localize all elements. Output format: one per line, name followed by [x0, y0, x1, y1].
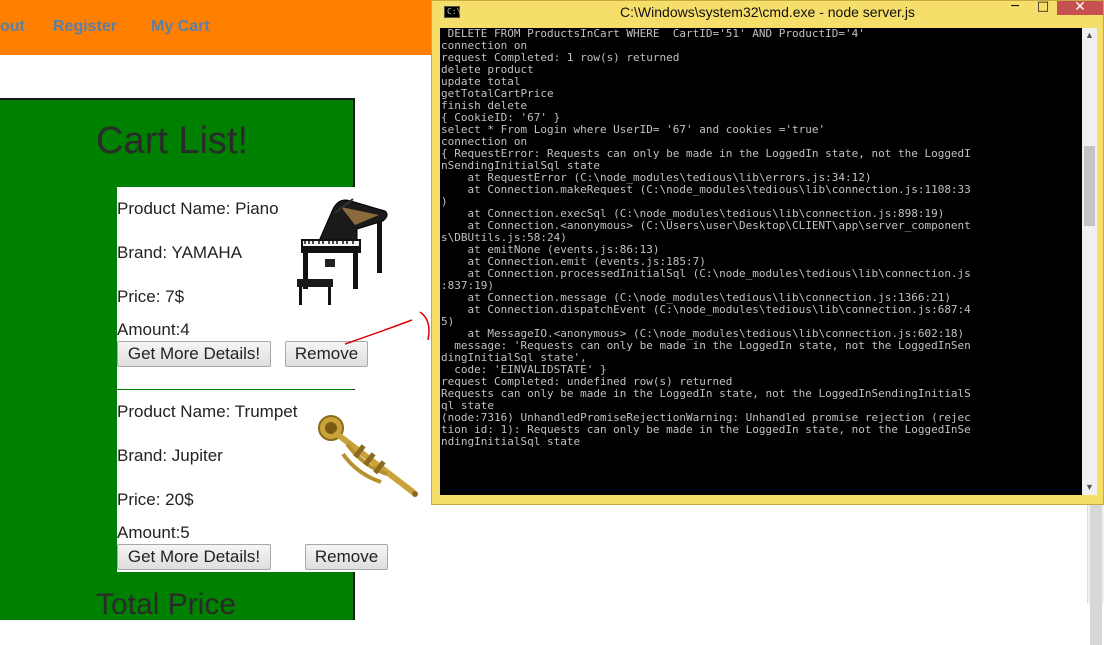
product-brand: Brand: YAMAHA [117, 243, 243, 262]
product-name: Product Name: Trumpet [117, 402, 298, 421]
red-annotation-arrow [344, 311, 430, 345]
total-price-heading: Total Price [96, 588, 237, 621]
nav-link-register[interactable]: Register [53, 18, 117, 36]
cmd-scrollbar[interactable]: ▲ ▼ [1082, 28, 1097, 495]
minimize-button[interactable]: ─ [1002, 0, 1028, 15]
product-price: Price: 20$ [117, 490, 194, 509]
nav-link-logout[interactable]: out [0, 18, 25, 36]
cmd-window: C:\ C:\Windows\system32\cmd.exe - node s… [431, 0, 1104, 505]
get-more-details-button[interactable]: Get More Details! [117, 341, 271, 367]
console-output-text: DELETE FROM ProductsInCart WHERE CartID=… [441, 28, 971, 448]
console-output-area[interactable]: DELETE FROM ProductsInCart WHERE CartID=… [440, 28, 1082, 495]
nav-link-my-cart[interactable]: My Cart [151, 18, 210, 36]
scroll-up-arrow-icon[interactable]: ▲ [1082, 28, 1097, 43]
scroll-down-arrow-icon[interactable]: ▼ [1082, 480, 1097, 495]
product-card-piano: Product Name: Piano Brand: YAMAHA Price:… [117, 187, 437, 389]
trumpet-icon [318, 415, 418, 497]
product-name: Product Name: Piano [117, 199, 279, 218]
product-price: Price: 7$ [117, 287, 185, 306]
cart-title: Cart List! [96, 120, 249, 162]
close-button[interactable]: ✕ [1057, 0, 1103, 15]
cmd-titlebar[interactable]: C:\ C:\Windows\system32\cmd.exe - node s… [432, 0, 1103, 23]
maximize-button[interactable]: □ [1030, 0, 1056, 15]
product-amount: Amount:5 [117, 523, 190, 542]
product-amount: Amount:4 [117, 320, 190, 339]
grand-piano-icon [297, 198, 388, 305]
cmd-scroll-thumb[interactable] [1084, 146, 1095, 226]
product-brand: Brand: Jupiter [117, 446, 223, 465]
product-card-trumpet: Product Name: Trumpet Brand: Jupiter Pri… [117, 390, 437, 572]
remove-button[interactable]: Remove [305, 544, 388, 570]
get-more-details-button[interactable]: Get More Details! [117, 544, 271, 570]
